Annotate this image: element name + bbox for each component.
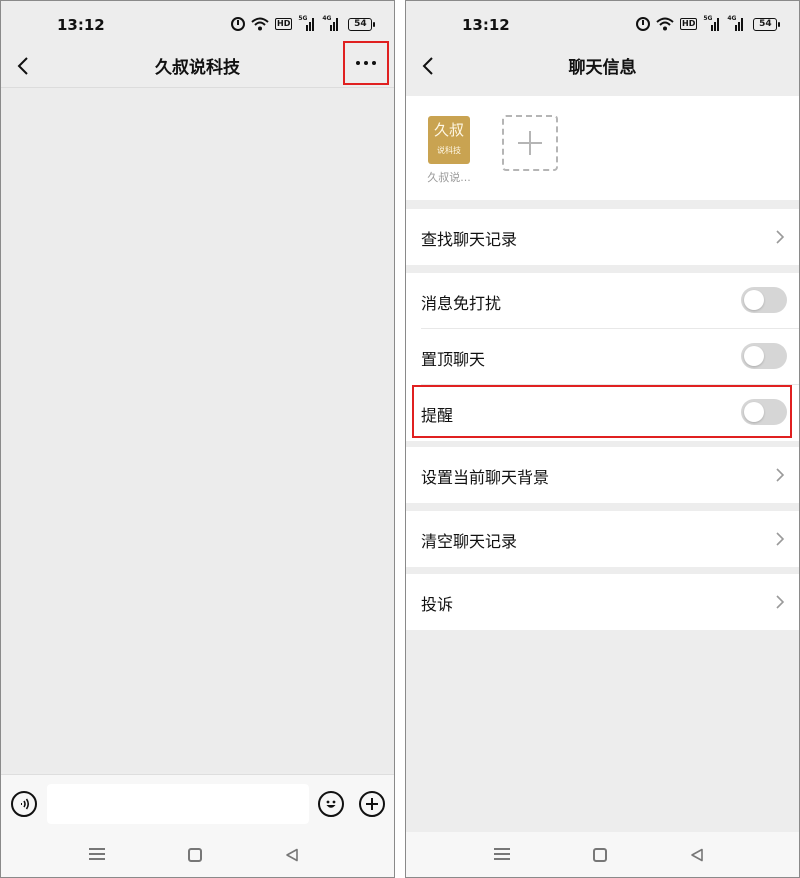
add-member-button[interactable] bbox=[502, 115, 558, 171]
system-nav-bar bbox=[406, 832, 799, 877]
emoji-icon[interactable] bbox=[318, 791, 344, 817]
signal-icon: 4G bbox=[727, 16, 745, 31]
hd-icon: HD bbox=[275, 18, 293, 30]
row-label: 查找聊天记录 bbox=[421, 230, 518, 249]
row-label: 设置当前聊天背景 bbox=[421, 468, 550, 487]
signal-icon: 4G bbox=[322, 16, 340, 31]
info-header: 聊天信息 bbox=[406, 47, 799, 85]
home-icon[interactable] bbox=[593, 848, 607, 862]
more-options-button[interactable] bbox=[343, 41, 389, 85]
chevron-right-icon bbox=[776, 468, 785, 482]
voice-icon[interactable] bbox=[11, 791, 37, 817]
status-bar: 13:12 HD 5G 4G 54 bbox=[406, 1, 799, 47]
battery-icon: 54 bbox=[348, 17, 376, 31]
chevron-right-icon bbox=[776, 230, 785, 244]
status-icons: HD 5G 4G 54 bbox=[636, 15, 781, 33]
pin-row: 置顶聊天 bbox=[406, 329, 799, 385]
hd-icon: HD bbox=[680, 18, 698, 30]
signal-icon: 5G bbox=[703, 16, 721, 31]
home-icon[interactable] bbox=[188, 848, 202, 862]
wifi-icon bbox=[251, 17, 269, 31]
member-name: 久叔说... bbox=[427, 171, 471, 184]
chat-info-screen: 13:12 HD 5G 4G 54 聊天信息 久叔 说科技 久叔说... 查找聊… bbox=[405, 0, 800, 878]
remind-toggle[interactable] bbox=[741, 399, 787, 425]
menu-icon[interactable] bbox=[494, 848, 510, 860]
wifi-icon bbox=[656, 17, 674, 31]
search-history-row[interactable]: 查找聊天记录 bbox=[406, 209, 799, 265]
system-nav-bar bbox=[1, 832, 394, 877]
more-dots-icon bbox=[356, 61, 376, 65]
input-bar bbox=[1, 774, 394, 832]
chat-title: 久叔说科技 bbox=[155, 58, 240, 78]
member-item[interactable]: 久叔 说科技 久叔说... bbox=[426, 116, 472, 185]
pin-toggle[interactable] bbox=[741, 343, 787, 369]
alarm-icon bbox=[636, 17, 650, 31]
row-label: 置顶聊天 bbox=[421, 350, 486, 369]
back-triangle-icon[interactable] bbox=[690, 848, 704, 862]
chat-screen: 13:12 HD 5G 4G 54 久叔说科技 bbox=[0, 0, 395, 878]
row-label: 消息免打扰 bbox=[421, 294, 502, 313]
alarm-icon bbox=[231, 17, 245, 31]
page-title: 聊天信息 bbox=[568, 58, 637, 78]
report-row[interactable]: 投诉 bbox=[406, 574, 799, 630]
chat-header: 久叔说科技 bbox=[1, 41, 394, 85]
clear-history-row[interactable]: 清空聊天记录 bbox=[406, 511, 799, 567]
plus-icon[interactable] bbox=[359, 791, 385, 817]
message-input[interactable] bbox=[47, 784, 309, 824]
row-label: 清空聊天记录 bbox=[421, 532, 518, 551]
row-label: 提醒 bbox=[421, 406, 454, 425]
status-time: 13:12 bbox=[57, 16, 105, 34]
remind-row: 提醒 bbox=[406, 385, 799, 441]
chevron-right-icon bbox=[776, 532, 785, 546]
mute-toggle[interactable] bbox=[741, 287, 787, 313]
avatar[interactable]: 久叔 说科技 bbox=[428, 116, 470, 164]
avatar-text-main: 久叔 bbox=[433, 121, 464, 139]
status-time: 13:12 bbox=[462, 16, 510, 34]
chevron-right-icon bbox=[776, 595, 785, 609]
message-area bbox=[1, 87, 394, 772]
mute-row: 消息免打扰 bbox=[406, 273, 799, 329]
menu-icon[interactable] bbox=[89, 848, 105, 860]
row-label: 投诉 bbox=[421, 595, 454, 614]
status-icons: HD 5G 4G 54 bbox=[231, 15, 376, 33]
status-bar: 13:12 HD 5G 4G 54 bbox=[1, 1, 394, 47]
back-triangle-icon[interactable] bbox=[285, 848, 299, 862]
battery-icon: 54 bbox=[753, 17, 781, 31]
avatar-text-sub: 说科技 bbox=[437, 146, 461, 155]
signal-icon: 5G bbox=[298, 16, 316, 31]
chat-background-row[interactable]: 设置当前聊天背景 bbox=[406, 447, 799, 503]
member-section: 久叔 说科技 久叔说... bbox=[406, 96, 799, 200]
